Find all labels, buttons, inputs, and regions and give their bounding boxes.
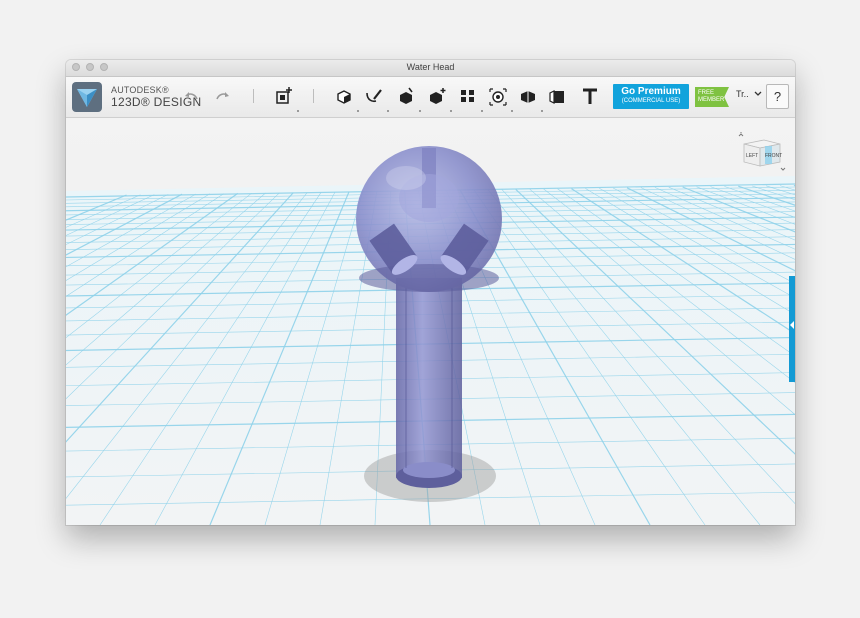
combine-icon[interactable] <box>517 85 539 107</box>
toolbar-separator <box>253 89 254 103</box>
add-primitive-icon[interactable] <box>273 85 295 107</box>
help-button[interactable]: ? <box>766 84 789 109</box>
view-cube[interactable]: LEFT FRONT <box>736 132 788 172</box>
measure-icon[interactable] <box>547 85 569 107</box>
transform-icon[interactable] <box>333 85 355 107</box>
modify-icon[interactable] <box>426 85 448 107</box>
app-window: Water Head AUTODESK® 123D® DESIGN Go Pre… <box>66 60 795 525</box>
3d-viewport[interactable]: LEFT FRONT <box>66 118 795 525</box>
chevron-down-icon[interactable] <box>754 89 762 101</box>
user-menu[interactable]: Tr.. <box>736 89 749 99</box>
model-highlight <box>386 166 426 190</box>
redo-arrow-icon[interactable] <box>211 85 233 107</box>
tool-flyout-indicator <box>387 110 389 112</box>
title-bar: Water Head <box>66 60 795 77</box>
premium-title: Go Premium <box>621 86 681 97</box>
undo-arrow-icon[interactable] <box>181 85 203 107</box>
tool-flyout-indicator <box>419 110 421 112</box>
chevron-left-icon <box>790 321 794 329</box>
tool-flyout-indicator <box>450 110 452 112</box>
scene-canvas[interactable] <box>66 118 795 525</box>
model-stem-bore <box>403 462 455 478</box>
membership-line2: MEMBER <box>698 97 725 103</box>
tool-flyout-indicator <box>481 110 483 112</box>
window-title: Water Head <box>406 62 455 72</box>
tool-flyout-indicator <box>297 110 299 112</box>
premium-subtitle: (COMMERCIAL USE) <box>621 98 681 104</box>
pattern-icon[interactable] <box>457 85 479 107</box>
toolbar-separator <box>313 89 314 103</box>
main-toolbar: AUTODESK® 123D® DESIGN Go Premium (COMME… <box>66 77 795 118</box>
sketch-icon[interactable] <box>363 85 385 107</box>
tool-flyout-indicator <box>541 110 543 112</box>
viewcube-left-label: LEFT <box>746 153 758 159</box>
membership-badge: FREE MEMBER <box>695 87 729 107</box>
construct-icon[interactable] <box>395 85 417 107</box>
brand-company: AUTODESK® <box>111 85 169 95</box>
go-premium-button[interactable]: Go Premium (COMMERCIAL USE) <box>613 84 689 109</box>
tool-flyout-indicator <box>357 110 359 112</box>
viewcube-front-label: FRONT <box>765 153 782 159</box>
membership-line1: FREE <box>698 90 715 96</box>
group-icon[interactable] <box>487 85 509 107</box>
text-icon[interactable] <box>579 85 601 107</box>
app-logo[interactable] <box>72 82 102 112</box>
tool-flyout-indicator <box>511 110 513 112</box>
side-panel-toggle[interactable] <box>789 276 795 382</box>
